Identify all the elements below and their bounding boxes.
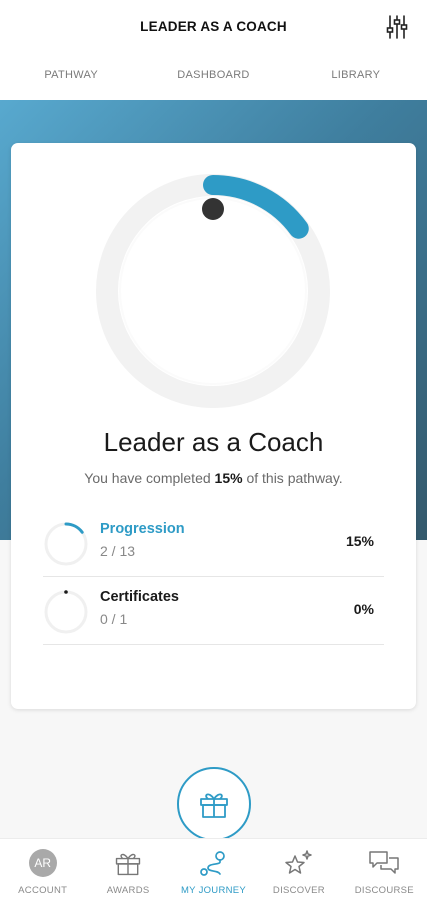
progression-label: Progression [100,521,185,537]
journey-icon [199,851,225,876]
nav-discourse[interactable]: DISCOURSE [342,839,427,900]
sparkle-star-icon [285,850,312,874]
nav-my-journey-label: MY JOURNEY [180,885,247,896]
dashboard-card: Leader as a Coach You have completed 15%… [11,143,416,709]
certificates-ring [44,590,88,634]
chat-bubbles-icon [369,851,400,874]
avatar: AR [28,849,57,877]
pathway-title: Leader as a Coach [103,427,324,457]
certificates-label: Certificates [100,589,179,605]
progression-count: 2 / 13 [100,543,136,559]
sliders-icon[interactable] [385,14,409,40]
completion-text: You have completed 15% of this pathway. [84,470,343,486]
bottom-navigation: AR ACCOUNT AWARDS MY JOURNEY DISCOVER DI… [0,838,427,900]
page-title: LEADER AS A COACH [140,18,287,34]
top-app-bar: LEADER AS A COACH [0,0,427,52]
nav-discourse-label: DISCOURSE [354,885,414,896]
nav-awards[interactable]: AWARDS [85,839,170,900]
tab-bar: PATHWAY DASHBOARD LIBRARY [0,52,427,102]
certificates-count: 0 / 1 [100,611,128,627]
nav-account-label: ACCOUNT [18,885,68,896]
nav-my-journey[interactable]: MY JOURNEY [171,839,256,900]
nav-awards-label: AWARDS [106,885,150,896]
gift-icon [115,853,141,876]
certificates-percent: 0% [353,601,374,617]
progression-percent: 15% [345,533,374,549]
gift-icon [200,793,228,818]
nav-discover-label: DISCOVER [272,885,325,896]
stat-row-certificates[interactable]: Certificates 0 / 1 0% [43,579,384,645]
tab-library[interactable]: LIBRARY [285,52,427,100]
nav-account[interactable]: AR ACCOUNT [0,839,85,900]
stat-row-progression[interactable]: Progression 2 / 13 15% [43,511,384,577]
progress-ring [96,174,330,408]
rewards-fab[interactable] [177,767,251,841]
progress-arc [203,175,309,239]
nav-discover[interactable]: DISCOVER [256,839,341,900]
tab-dashboard[interactable]: DASHBOARD [142,52,285,102]
progress-start-dot [202,198,224,220]
progression-ring [44,522,88,566]
tab-pathway[interactable]: PATHWAY [0,52,142,100]
